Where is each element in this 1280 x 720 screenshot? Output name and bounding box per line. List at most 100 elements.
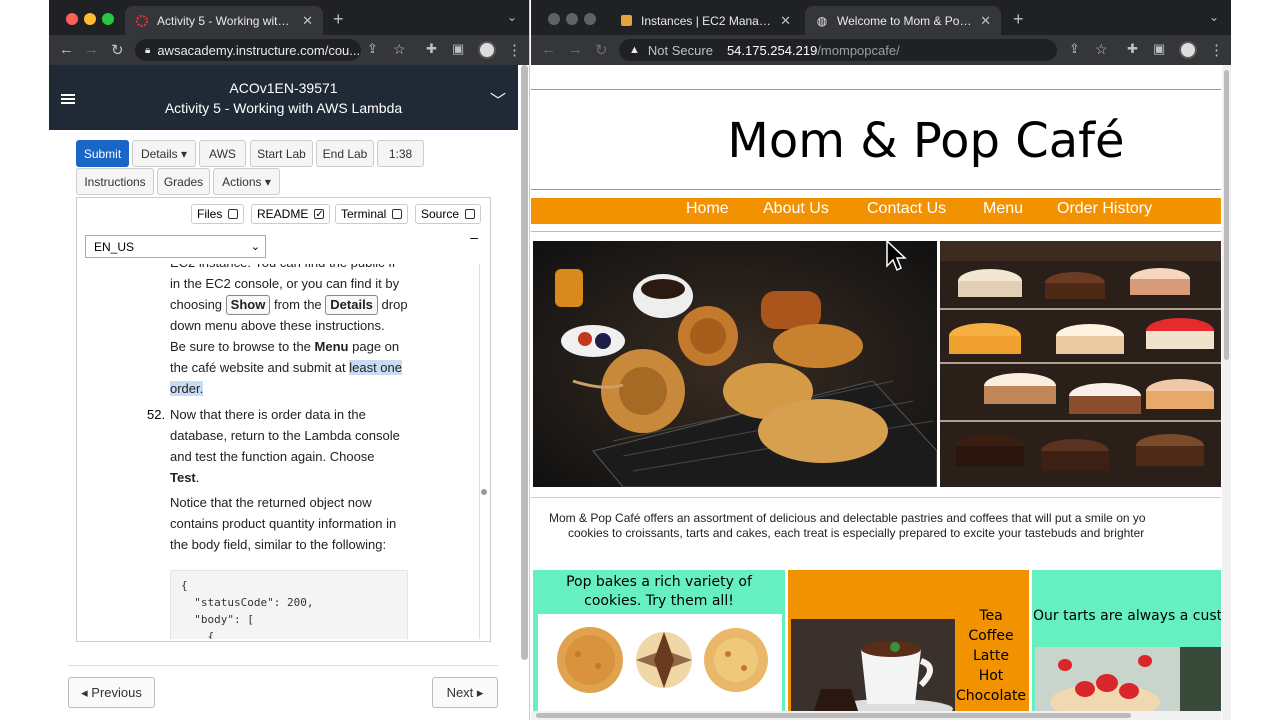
extensions-icon[interactable]: ✚ — [426, 41, 437, 57]
tarts-tile: Our tarts are always a cust — [1032, 570, 1221, 720]
minimize-window-button[interactable] — [84, 13, 96, 25]
tab-search-chevron-icon[interactable]: ⌄ — [507, 10, 517, 24]
chevron-down-icon[interactable]: ﹀ — [490, 87, 506, 111]
nav-about-us[interactable]: About Us — [763, 200, 829, 218]
share-icon[interactable]: ⇪ — [367, 41, 378, 57]
paragraph-returned-object: Notice that the returned object now cont… — [170, 492, 410, 555]
nav-contact-us[interactable]: Contact Us — [867, 200, 946, 218]
code-block: { "statusCode": 200, "body": [ { — [170, 570, 408, 639]
browser-window-right: Instances | EC2 Management Co ✕ ◍ Welcom… — [531, 0, 1231, 720]
close-tab-icon[interactable]: ✕ — [980, 13, 991, 29]
source-toggle[interactable]: Source — [415, 204, 482, 224]
text-line: contains product quantity information in — [170, 516, 397, 531]
source-checkbox[interactable] — [465, 209, 476, 219]
new-tab-button[interactable]: + — [1013, 9, 1024, 30]
submit-button[interactable]: Submit — [76, 140, 129, 167]
horizontal-scrollbar[interactable] — [531, 711, 1221, 720]
mouse-cursor-icon — [886, 240, 907, 272]
extensions-icon[interactable]: ✚ — [1127, 41, 1138, 57]
menu-dots-icon[interactable]: ⋮ — [507, 41, 522, 59]
drinks-tile: Tea Coffee Latte Hot Chocolate — [788, 570, 1029, 720]
previous-button[interactable]: ◂ Previous — [68, 677, 155, 708]
lock-icon: 🔒︎ — [145, 44, 151, 56]
minimize-window-button[interactable] — [566, 13, 578, 25]
tab-strip: Instances | EC2 Management Co ✕ ◍ Welcom… — [531, 0, 1231, 35]
text-fragment: drop — [381, 297, 408, 312]
nav-home[interactable]: Home — [686, 200, 729, 218]
language-select[interactable]: EN_US ⌄ — [85, 235, 266, 258]
scrollbar-thumb[interactable] — [481, 489, 487, 495]
terminal-checkbox[interactable] — [392, 209, 403, 219]
scrollbar-thumb[interactable] — [536, 713, 1131, 718]
text-line: down menu above these instructions. — [170, 318, 385, 333]
reload-icon[interactable]: ↻ — [595, 41, 608, 59]
files-checkbox[interactable] — [228, 209, 239, 219]
menu-dots-icon[interactable]: ⋮ — [1209, 41, 1224, 59]
url-path: /mompopcafe/ — [817, 42, 900, 58]
drink-item: Tea — [979, 608, 1003, 624]
nav-menu[interactable]: Menu — [983, 200, 1023, 218]
address-bar[interactable]: ▲ Not Secure 54.175.254.219 /mompopcafe/ — [619, 39, 1057, 61]
browser-toolbar: ← → ↻ 🔒︎ awsacademy.instructure.com/cou.… — [49, 35, 529, 65]
readme-checkbox-checked-icon[interactable]: ✓ — [314, 209, 325, 220]
start-lab-button[interactable]: Start Lab — [250, 140, 313, 167]
close-window-button[interactable] — [66, 13, 78, 25]
address-text: awsacademy.instructure.com/cou... — [157, 42, 361, 58]
new-tab-button[interactable]: + — [333, 9, 344, 30]
text-line: Be sure to browse to the Menu page on — [170, 336, 410, 357]
back-icon[interactable]: ← — [59, 41, 74, 58]
select-chevron-icon: ⌄ — [250, 241, 260, 253]
page-scrollbar[interactable] — [521, 65, 528, 660]
maximize-window-button[interactable] — [584, 13, 596, 25]
tab-activity[interactable]: Activity 5 - Working with AWS ✕ — [125, 6, 323, 35]
back-icon[interactable]: ← — [541, 41, 556, 58]
grades-button[interactable]: Grades — [157, 168, 210, 195]
next-button[interactable]: Next ▸ — [432, 677, 498, 708]
text-line: and test the function again. Choose — [170, 449, 375, 464]
details-button[interactable]: Details ▾ — [132, 140, 196, 167]
tab-ec2-instances[interactable]: Instances | EC2 Management Co ✕ — [609, 6, 801, 35]
nav-order-history[interactable]: Order History — [1057, 200, 1152, 218]
end-lab-button[interactable]: End Lab — [316, 140, 374, 167]
show-ui-label: Show — [225, 295, 271, 315]
profile-avatar[interactable] — [1179, 41, 1197, 59]
side-panel-icon[interactable]: ▣ — [452, 41, 464, 57]
collapse-icon[interactable]: – — [470, 229, 478, 245]
bookmark-star-icon[interactable]: ☆ — [1095, 41, 1108, 58]
selected-text: least one — [349, 360, 402, 375]
page-scrollbar[interactable] — [1222, 65, 1231, 720]
instructions-button[interactable]: Instructions — [76, 168, 154, 195]
maximize-window-button[interactable] — [102, 13, 114, 25]
site-nav: Home About Us Contact Us Menu Order Hist… — [531, 198, 1221, 224]
readme-toggle[interactable]: README ✓ — [251, 204, 331, 224]
drinks-list: Tea Coffee Latte Hot Chocolate — [956, 606, 1026, 706]
hot-chocolate-image — [791, 619, 955, 720]
address-bar[interactable]: 🔒︎ awsacademy.instructure.com/cou... — [135, 39, 361, 61]
aws-button[interactable]: AWS — [199, 140, 246, 167]
side-panel-icon[interactable]: ▣ — [1153, 41, 1165, 57]
menu-keyword: Menu — [314, 339, 349, 354]
profile-avatar[interactable] — [478, 41, 496, 59]
text-line: Notice that the returned object now — [170, 495, 372, 510]
bookmark-star-icon[interactable]: ☆ — [393, 41, 406, 58]
readme-panel: Files README ✓ Terminal Source EN_US ⌄ – — [76, 197, 491, 642]
tab-search-chevron-icon[interactable]: ⌄ — [1209, 10, 1219, 24]
actions-button[interactable]: Actions ▾ — [213, 168, 280, 195]
tarts-image — [1035, 647, 1221, 720]
share-icon[interactable]: ⇪ — [1069, 41, 1080, 57]
forward-icon[interactable]: → — [568, 41, 583, 58]
forward-icon[interactable]: → — [84, 41, 99, 58]
content-scrollbar[interactable] — [479, 264, 489, 639]
tab-mom-pop-cafe[interactable]: ◍ Welcome to Mom & Pop Café! ✕ — [805, 6, 1001, 35]
drink-item: Latte — [973, 648, 1009, 664]
desktop-background-left — [0, 0, 49, 720]
files-toggle[interactable]: Files — [191, 204, 245, 224]
tab-strip: Activity 5 - Working with AWS ✕ + ⌄ — [49, 0, 529, 35]
reload-icon[interactable]: ↻ — [111, 41, 124, 59]
close-tab-icon[interactable]: ✕ — [780, 13, 791, 29]
text-line: database, return to the Lambda console — [170, 428, 400, 443]
close-tab-icon[interactable]: ✕ — [302, 13, 313, 29]
terminal-toggle[interactable]: Terminal — [335, 204, 409, 224]
scrollbar-thumb[interactable] — [1224, 70, 1229, 360]
close-window-button[interactable] — [548, 13, 560, 25]
